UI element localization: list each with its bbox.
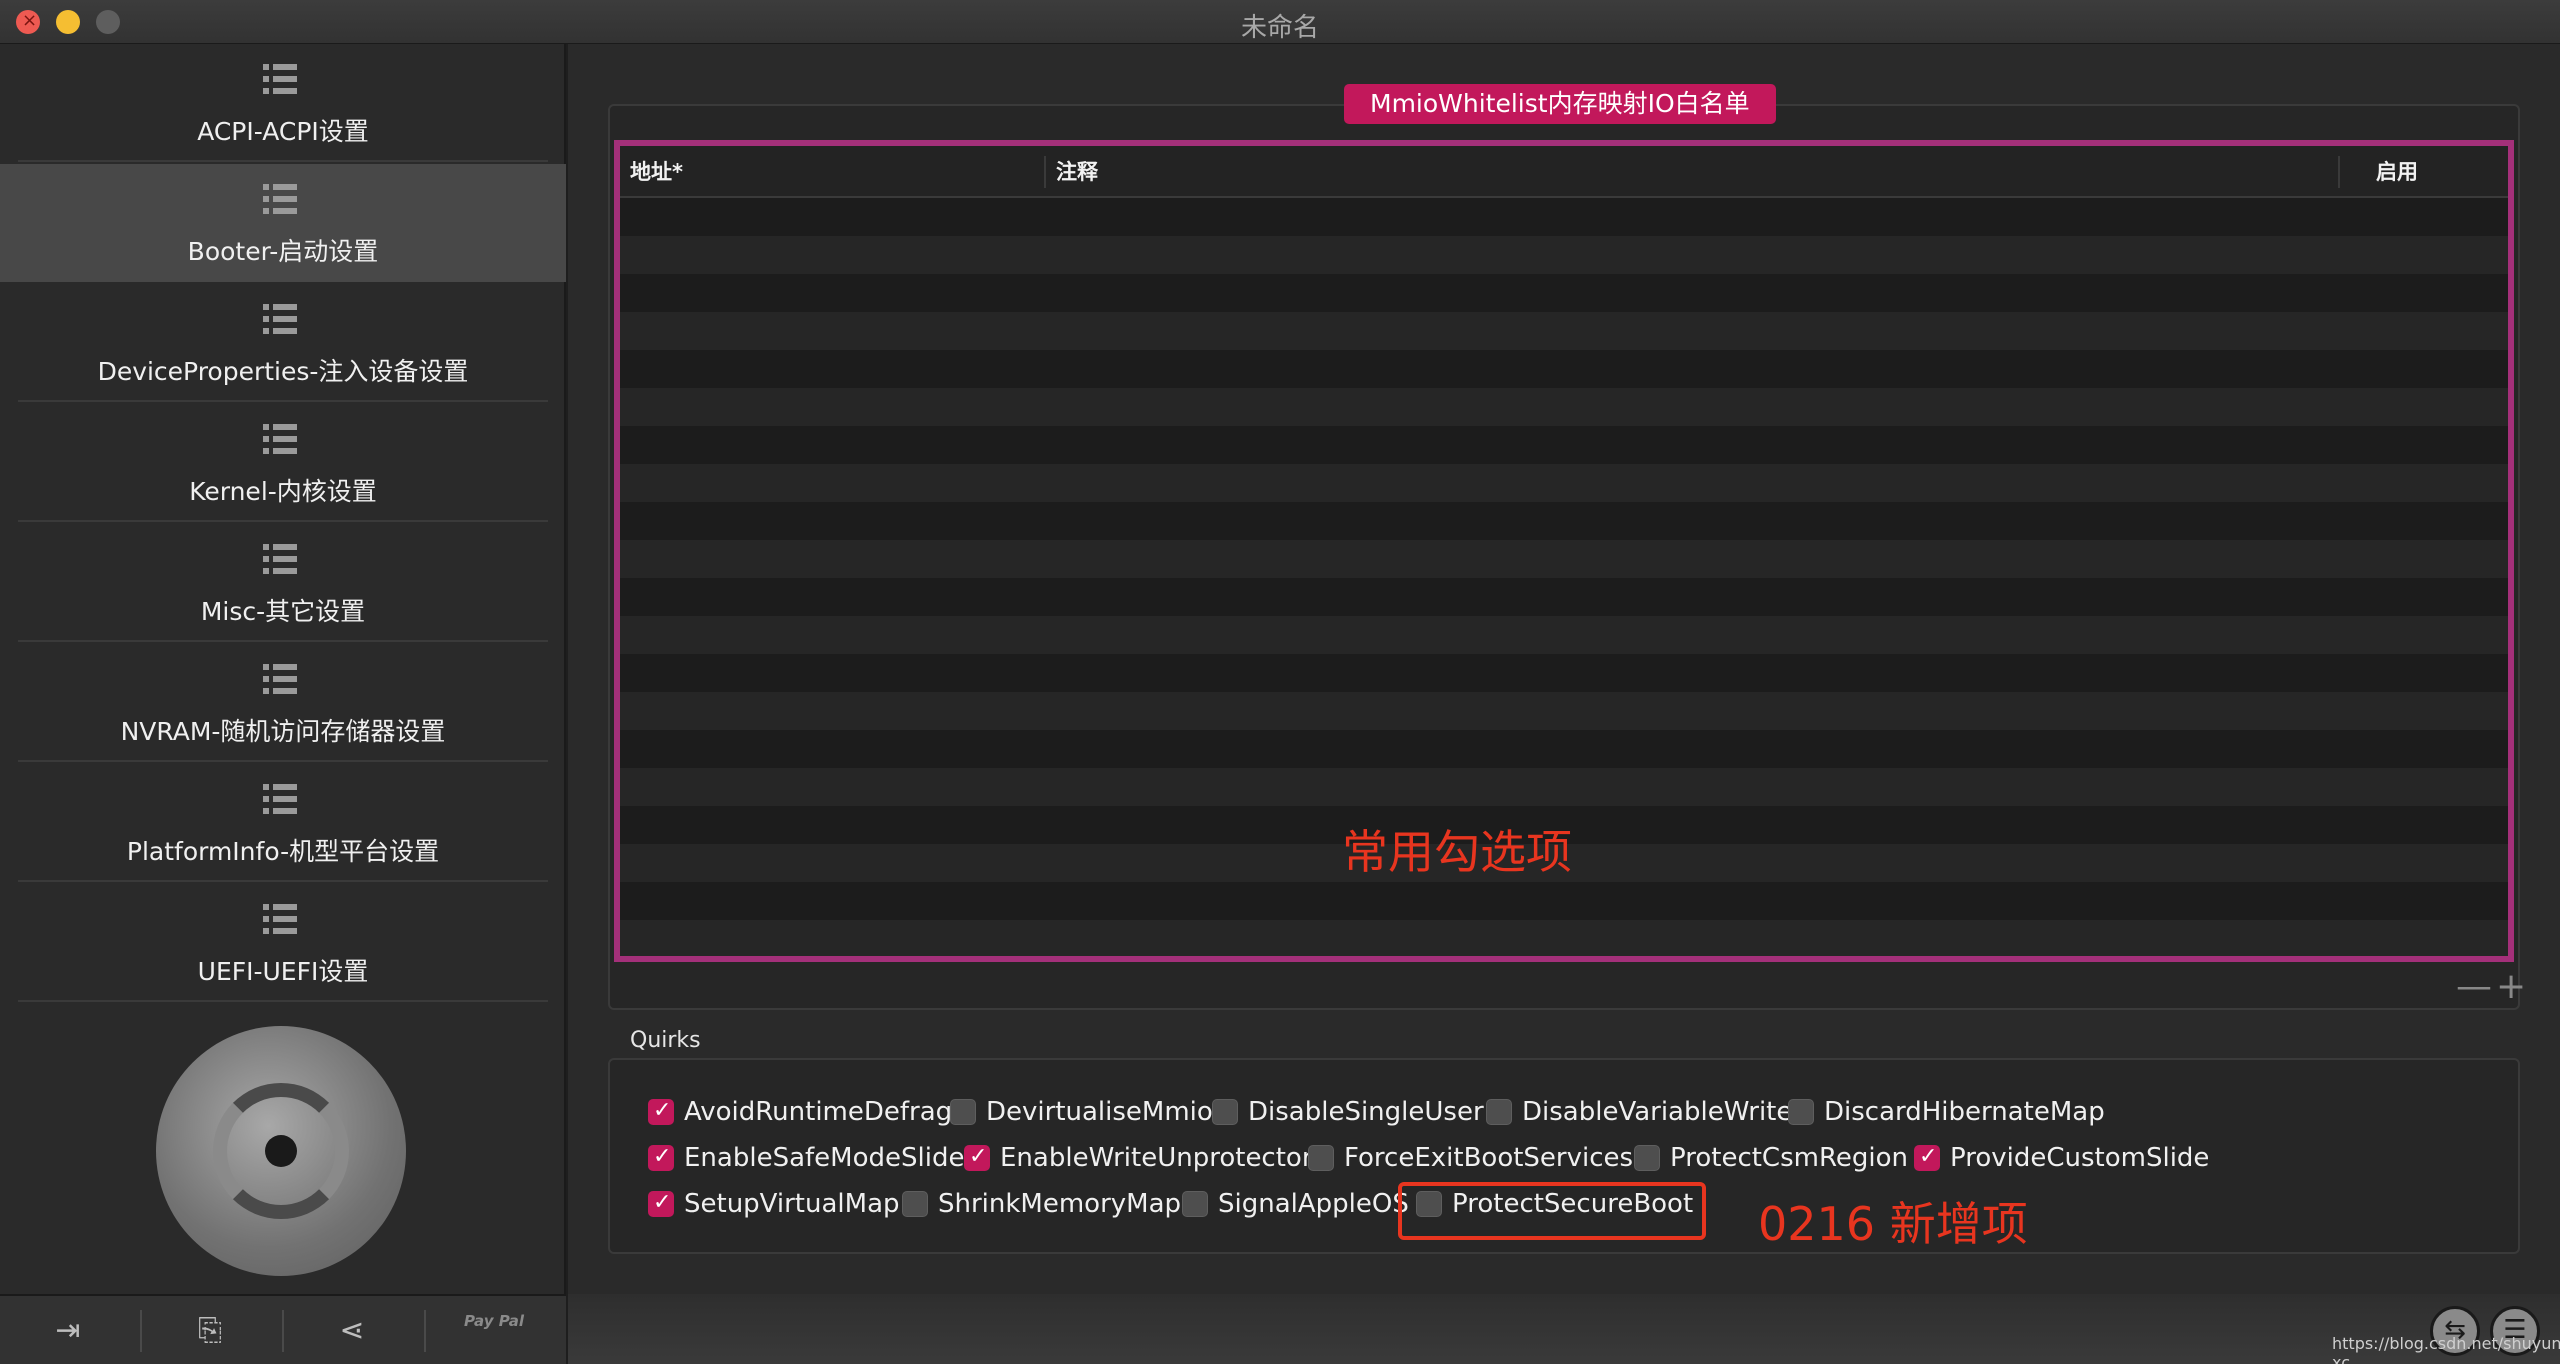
mmio-group-title: MmioWhitelist内存映射IO白名单 — [1344, 84, 1776, 124]
add-row-button[interactable]: + — [2496, 966, 2530, 1007]
sidebar-item-acpi[interactable]: ACPI-ACPI设置 — [0, 44, 566, 162]
list-icon — [263, 184, 297, 214]
checkbox-label: EnableSafeModeSlide — [684, 1143, 965, 1173]
checkbox-label: DevirtualiseMmio — [986, 1097, 1213, 1127]
app-logo-disc — [156, 1026, 406, 1276]
import-icon[interactable]: ⇥ — [38, 1310, 98, 1352]
list-icon — [263, 544, 297, 574]
window-title: 未命名 — [1240, 13, 1319, 43]
sidebar-item-label: Misc-其它设置 — [200, 597, 366, 626]
paypal-button[interactable]: Pay Pal — [464, 1312, 524, 1354]
list-icon — [263, 784, 297, 814]
status-bar — [568, 1294, 2560, 1364]
checkbox-label: ShrinkMemoryMap — [938, 1189, 1182, 1219]
share-icon[interactable]: ⋖ — [322, 1310, 382, 1352]
checkbox[interactable] — [1788, 1099, 1814, 1125]
sidebar-item-nvram[interactable]: NVRAM-随机访问存储器设置 — [0, 644, 566, 762]
sidebar-item-deviceproperties[interactable]: DeviceProperties-注入设备设置 — [0, 284, 566, 402]
title-bar: 未命名 — [0, 0, 2560, 44]
list-icon — [263, 904, 297, 934]
column-header-enabled[interactable]: 启用 — [2340, 146, 2500, 198]
sidebar-item-label: NVRAM-随机访问存储器设置 — [120, 717, 446, 746]
checkbox-label: AvoidRuntimeDefrag — [684, 1097, 953, 1127]
checkbox-label: ProtectCsmRegion — [1670, 1143, 1908, 1173]
checkbox-label: ForceExitBootServices — [1344, 1143, 1634, 1173]
sidebar-item-booter[interactable]: Booter-启动设置 — [0, 164, 566, 282]
sidebar-item-label: Kernel-内核设置 — [189, 477, 377, 506]
checkbox-label: DiscardHibernateMap — [1824, 1097, 2105, 1127]
checkbox[interactable] — [1914, 1144, 1940, 1171]
quirks-title: Quirks — [630, 1028, 701, 1053]
table-edit-controls: —+ — [2456, 966, 2530, 1007]
checkbox-label: DisableVariableWrite — [1522, 1097, 1793, 1127]
sidebar-item-platforminfo[interactable]: PlatformInfo-机型平台设置 — [0, 764, 566, 882]
checkbox-label: DisableSingleUser — [1248, 1097, 1484, 1127]
checkbox[interactable] — [902, 1191, 928, 1217]
checkbox[interactable] — [1634, 1145, 1660, 1171]
checkbox[interactable] — [1486, 1099, 1512, 1125]
checkbox[interactable] — [648, 1144, 674, 1171]
sidebar-item-uefi[interactable]: UEFI-UEFI设置 — [0, 884, 566, 1002]
sidebar-item-label: PlatformInfo-机型平台设置 — [126, 837, 440, 866]
checkbox[interactable] — [1182, 1191, 1208, 1217]
checkbox-label: SetupVirtualMap — [684, 1189, 900, 1219]
export-icon[interactable]: ⎘ — [180, 1310, 240, 1352]
checkbox[interactable] — [648, 1098, 674, 1125]
sidebar-item-label: UEFI-UEFI设置 — [197, 957, 369, 986]
checkbox[interactable] — [950, 1099, 976, 1125]
sidebar-item-label: DeviceProperties-注入设备设置 — [97, 357, 469, 386]
checkbox-label: SignalAppleOS — [1218, 1189, 1409, 1219]
column-header-comment[interactable]: 注释 — [1046, 146, 2336, 198]
highlight-box-new-item — [1398, 1182, 1706, 1240]
list-icon — [263, 424, 297, 454]
checkbox-label: ProvideCustomSlide — [1950, 1143, 2210, 1173]
checkbox-label: EnableWriteUnprotector — [1000, 1143, 1313, 1173]
list-icon — [263, 664, 297, 694]
sidebar-item-label: ACPI-ACPI设置 — [197, 117, 369, 146]
column-header-address[interactable]: 地址* — [620, 146, 1040, 198]
remove-row-button[interactable]: — — [2456, 966, 2496, 1007]
annotation-common: 常用勾选项 — [1342, 825, 1572, 879]
sidebar-toolbar: ⇥ ⎘ ⋖ Pay Pal — [0, 1294, 566, 1364]
list-icon — [263, 304, 297, 334]
watermark: https://blog.csdn.net/shuyun xc — [2332, 1334, 2560, 1364]
table-header: 地址* 注释 启用 — [620, 146, 2508, 198]
checkbox[interactable] — [1308, 1145, 1334, 1171]
sidebar-item-label: Booter-启动设置 — [187, 237, 379, 266]
sidebar: ACPI-ACPI设置 Booter-启动设置 DeviceProperties… — [0, 44, 566, 1364]
checkbox[interactable] — [964, 1144, 990, 1171]
annotation-new: 0216 新增项 — [1758, 1197, 2028, 1251]
list-icon — [263, 64, 297, 94]
sidebar-item-kernel[interactable]: Kernel-内核设置 — [0, 404, 566, 522]
checkbox[interactable] — [648, 1190, 674, 1217]
checkbox[interactable] — [1212, 1099, 1238, 1125]
sidebar-item-misc[interactable]: Misc-其它设置 — [0, 524, 566, 642]
